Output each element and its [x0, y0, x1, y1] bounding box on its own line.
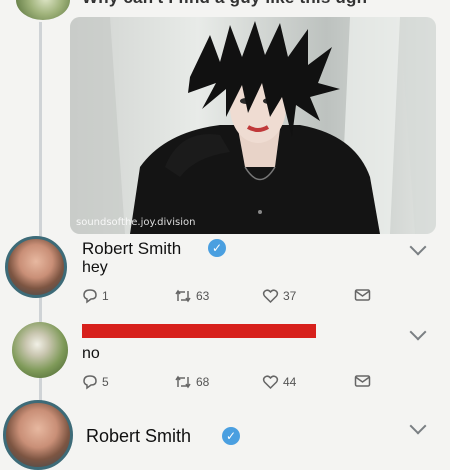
like-button[interactable]: 37: [262, 288, 296, 304]
verified-badge-icon: ✓: [208, 239, 226, 257]
retweet-button[interactable]: 68: [174, 374, 209, 390]
tweet-text: Why can't I find a guy like this ugh: [82, 0, 442, 8]
avatar[interactable]: [14, 0, 72, 22]
retweet-count: 63: [196, 289, 210, 303]
mail-icon: [354, 375, 371, 387]
display-name[interactable]: Robert Smith: [82, 239, 181, 259]
chevron-down-icon[interactable]: [409, 238, 427, 256]
retweet-count: 68: [196, 375, 210, 389]
avatar[interactable]: [3, 400, 73, 470]
reply-icon: [83, 289, 97, 304]
photo-watermark: soundsofthe.joy.division: [76, 217, 196, 228]
share-button[interactable]: [354, 374, 371, 388]
reply-icon: [83, 375, 97, 390]
mail-icon: [354, 289, 371, 301]
heart-icon: [262, 289, 279, 304]
reply-count: 5: [102, 375, 109, 389]
verified-badge-icon: ✓: [222, 427, 240, 445]
retweet-button[interactable]: 63: [174, 288, 209, 304]
heart-icon: [262, 375, 279, 390]
like-count: 37: [283, 289, 297, 303]
reply-button[interactable]: 5: [82, 374, 109, 390]
tweet-text: no: [82, 345, 100, 362]
avatar[interactable]: [5, 236, 67, 298]
tweet-actions: 1 63 37: [82, 288, 382, 312]
original-tweet[interactable]: Why can't I find a guy like this ugh sou…: [0, 0, 450, 240]
retweet-icon: [175, 375, 191, 389]
reply-tweet[interactable]: Robert Smith ✓: [0, 400, 450, 470]
tweet-actions: 5 68 44: [82, 374, 382, 398]
tweet-photo[interactable]: soundsofthe.joy.division: [70, 17, 436, 234]
display-name[interactable]: Robert Smith: [86, 426, 191, 447]
share-button[interactable]: [354, 288, 371, 302]
reply-button[interactable]: 1: [82, 288, 109, 304]
photo-illustration: [70, 17, 436, 234]
reply-count: 1: [102, 289, 109, 303]
retweet-icon: [175, 289, 191, 303]
tweet-text: hey: [82, 259, 108, 276]
redacted-name: [82, 324, 316, 338]
reply-tweet[interactable]: Robert Smith ✓ hey 1 63 37: [0, 232, 450, 317]
chevron-down-icon[interactable]: [409, 417, 427, 435]
chevron-down-icon[interactable]: [409, 323, 427, 341]
like-button[interactable]: 44: [262, 374, 296, 390]
reply-tweet[interactable]: no 5 68 44: [0, 318, 450, 398]
like-count: 44: [283, 375, 297, 389]
avatar[interactable]: [12, 322, 68, 378]
